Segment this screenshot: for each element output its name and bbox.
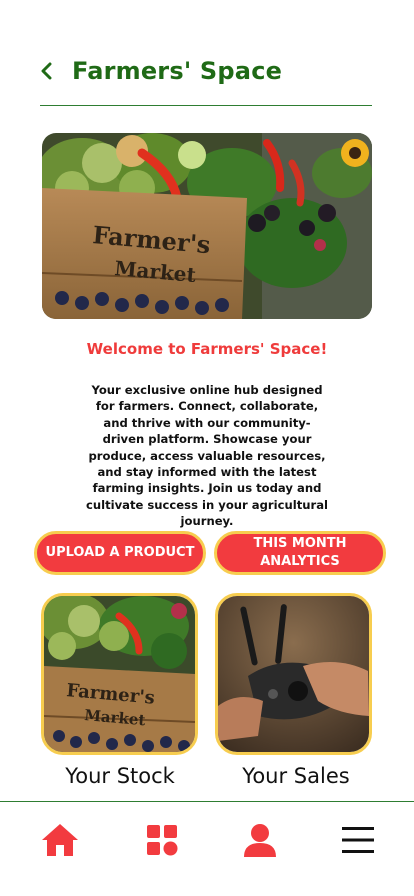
month-analytics-line1: THIS MONTH	[253, 536, 347, 551]
nav-home[interactable]	[38, 820, 82, 860]
sales-label: Your Sales	[242, 764, 350, 788]
bottom-nav	[0, 802, 414, 874]
month-analytics-label: THIS MONTH ANALYTICS	[253, 535, 346, 571]
sales-card[interactable]	[215, 593, 372, 755]
stock-label: Your Stock	[65, 764, 175, 788]
intro-text: Your exclusive online hub designed for f…	[85, 383, 329, 529]
header: Farmers' Space	[40, 54, 372, 88]
user-icon	[244, 824, 276, 857]
welcome-heading: Welcome to Farmers' Space!	[86, 340, 328, 358]
header-divider	[40, 105, 372, 106]
upload-product-label: UPLOAD A PRODUCT	[45, 545, 195, 560]
stock-card[interactable]: Farmer's Market	[41, 593, 198, 755]
grid-icon	[147, 825, 178, 856]
hero-image: Farmer's Market	[42, 133, 372, 319]
month-analytics-line2: ANALYTICS	[260, 554, 340, 569]
page-title: Farmers' Space	[72, 57, 283, 85]
home-icon	[42, 824, 78, 856]
nav-menu[interactable]	[336, 820, 380, 860]
chevron-left-icon	[41, 62, 52, 80]
month-analytics-button[interactable]: THIS MONTH ANALYTICS	[214, 531, 386, 575]
nav-profile[interactable]	[238, 820, 282, 860]
nav-dashboard[interactable]	[140, 820, 184, 860]
back-button[interactable]	[40, 56, 64, 86]
menu-icon	[342, 827, 374, 853]
upload-product-button[interactable]: UPLOAD A PRODUCT	[34, 531, 206, 575]
